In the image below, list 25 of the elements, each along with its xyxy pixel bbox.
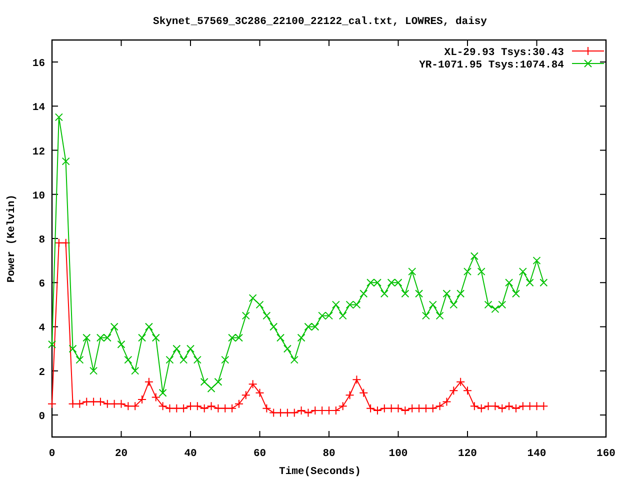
x-tick-label: 60 <box>253 448 266 460</box>
y-tick-label: 16 <box>32 58 45 70</box>
x-axis-label: Time(Seconds) <box>279 466 361 478</box>
x-tick-label: 160 <box>596 448 616 460</box>
x-tick-label: 0 <box>48 448 56 460</box>
y-tick-label: 10 <box>32 190 45 202</box>
x-tick-label: 120 <box>458 448 477 460</box>
y-tick-label: 2 <box>38 366 45 379</box>
legend-line <box>572 46 604 56</box>
legend-label: XL-29.93 Tsys:30.43 <box>444 47 564 59</box>
y-tick-label: 8 <box>38 234 45 246</box>
y-tick-label: 14 <box>32 102 45 114</box>
x-tick-label: 140 <box>527 448 546 460</box>
y-tick-label: 0 <box>38 410 45 423</box>
legend-label: YR-1071.95 Tsys:1074.84 <box>419 60 564 72</box>
chart-title: Skynet_57569_3C286_22100_22122_cal.txt, LOWRES, daisy <box>153 16 487 28</box>
legend-line <box>572 60 604 68</box>
x-tick-label: 40 <box>184 448 197 460</box>
y-tick-label: 12 <box>32 146 45 158</box>
y-tick-label: 6 <box>38 278 45 291</box>
x-tick-label: 80 <box>322 448 336 460</box>
x-tick-label: 20 <box>114 448 128 460</box>
y-axis-label: Power (Kelvin) <box>6 194 18 283</box>
x-tick-label: 100 <box>388 448 408 460</box>
y-tick-label: 4 <box>38 322 45 335</box>
